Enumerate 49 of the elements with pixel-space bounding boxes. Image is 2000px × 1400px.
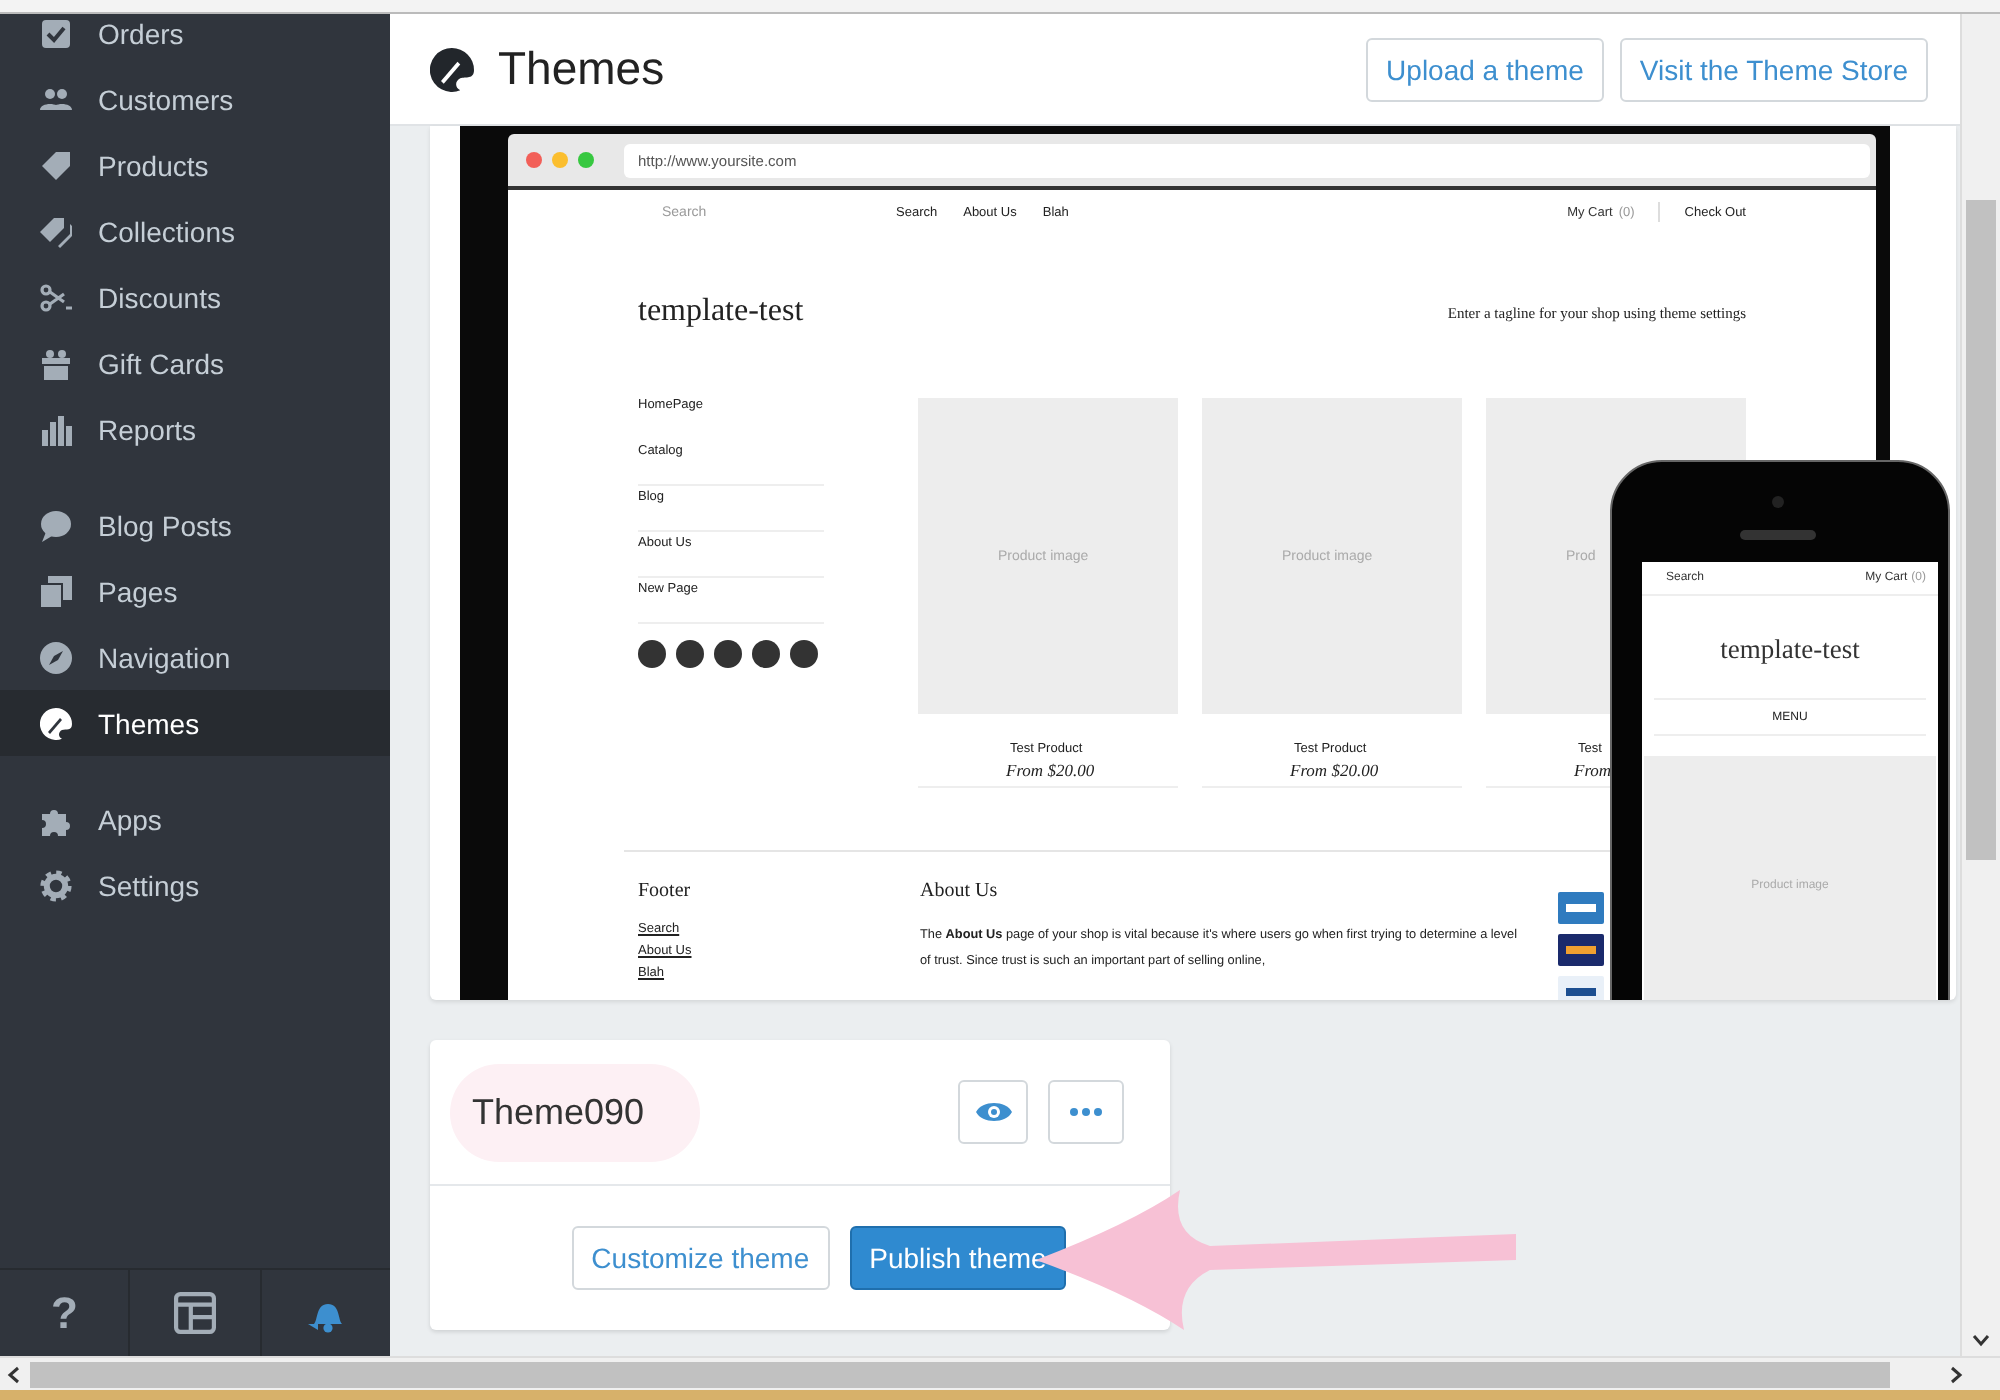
social-icon[interactable] [714, 640, 742, 668]
tag-icon [40, 149, 72, 181]
sidebar-item[interactable]: Discounts [0, 264, 390, 330]
sidebar-item[interactable]: Apps [0, 786, 390, 852]
palette-icon [40, 707, 72, 739]
more-icon [1070, 1108, 1102, 1116]
sidebar-item[interactable]: Pages [0, 558, 390, 624]
shop-logo: template-test [1654, 596, 1926, 700]
sidebar-item[interactable]: Products [0, 132, 390, 198]
compass-icon [40, 641, 72, 673]
speech-bubble-icon [40, 509, 72, 541]
social-icon[interactable] [752, 640, 780, 668]
sidebar-item[interactable]: Themes [0, 690, 390, 756]
more-button[interactable] [1048, 1080, 1124, 1144]
shop-logo: template-test [638, 294, 804, 330]
product-price: From [1574, 760, 1612, 780]
theme-name: Theme090 [450, 1063, 701, 1161]
help-button[interactable]: ? [42, 1287, 86, 1339]
bar-chart-icon [40, 413, 72, 445]
payment-card-icon [1558, 934, 1604, 966]
footer-heading: Footer [638, 880, 691, 902]
eye-icon [975, 1100, 1011, 1124]
sidebar-item[interactable]: Collections [0, 198, 390, 264]
gift-icon [40, 347, 72, 379]
payment-card-icon [1558, 976, 1604, 1000]
layout-icon[interactable] [173, 1292, 216, 1334]
product-price: From $20.00 [1006, 760, 1095, 780]
palette-icon [430, 47, 474, 91]
page-title: Themes [498, 42, 667, 96]
social-icon[interactable] [676, 640, 704, 668]
preview-button[interactable] [958, 1080, 1028, 1144]
footer-heading: About Us [920, 880, 1000, 902]
sidebar-item[interactable]: Navigation [0, 624, 390, 690]
tags-icon [40, 215, 72, 247]
social-icon[interactable] [790, 640, 818, 668]
product-price: From $20.00 [1290, 760, 1379, 780]
sidebar-item[interactable]: Customers [0, 66, 390, 132]
scissors-icon [40, 281, 72, 313]
people-icon [40, 83, 72, 115]
sidebar-item[interactable]: Settings [0, 852, 390, 918]
sidebar-item[interactable]: Reports [0, 396, 390, 462]
payment-card-icon [1558, 892, 1604, 924]
social-icon[interactable] [638, 640, 666, 668]
sidebar-item[interactable]: Orders [0, 14, 390, 66]
sidebar-item[interactable]: Gift Cards [0, 330, 390, 396]
publish-button[interactable]: Publish theme [849, 1226, 1067, 1290]
settings-icon [40, 869, 72, 901]
sidebar-item[interactable]: Blog Posts [0, 492, 390, 558]
pages-icon [40, 575, 72, 607]
